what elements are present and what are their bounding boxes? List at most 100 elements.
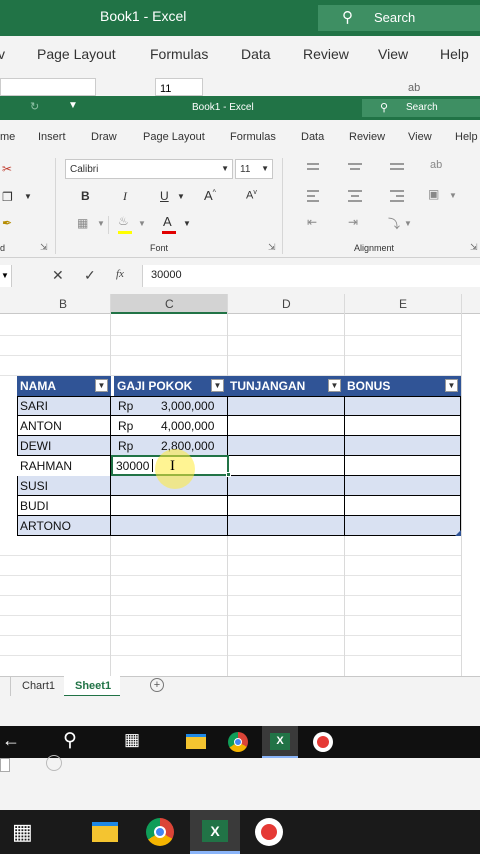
table-cell-amount[interactable]: 4,000,000	[158, 416, 214, 436]
excel-taskbar-button[interactable]: X	[190, 810, 240, 854]
insert-function-icon[interactable]: fx	[116, 268, 124, 280]
column-header-c[interactable]: C	[165, 297, 174, 311]
table-cell-name[interactable]: SARI	[17, 396, 48, 416]
background-search-box[interactable]: ⚲ Search	[318, 5, 480, 31]
font-size-select[interactable]: 11 ▼	[235, 159, 273, 179]
search-icon[interactable]: ⚲	[63, 729, 77, 752]
column-header-d[interactable]: D	[282, 297, 291, 311]
format-painter-icon[interactable]: ✒	[2, 216, 12, 230]
tab-draw[interactable]: Draw	[91, 131, 117, 143]
background-tab-page-layout[interactable]: Page Layout	[37, 46, 116, 62]
font-color-dropdown-icon[interactable]: ▼	[183, 219, 191, 228]
font-name-select[interactable]: Calibri ▼	[65, 159, 233, 179]
filter-dropdown-icon[interactable]: ▼	[328, 379, 341, 392]
background-tab-review[interactable]: Review	[303, 46, 349, 62]
copy-dropdown-icon[interactable]: ▼	[24, 192, 32, 201]
grow-font-glyph: A	[204, 188, 213, 203]
formula-input[interactable]: 30000	[142, 265, 480, 287]
tab-view[interactable]: View	[408, 131, 432, 143]
text-direction-dropdown-icon[interactable]: ▼	[404, 219, 412, 228]
search-box[interactable]: ⚲ Search	[362, 99, 480, 117]
bold-button[interactable]: B	[81, 189, 90, 203]
background-title: Book1 - Excel	[100, 8, 187, 24]
file-explorer-icon[interactable]	[92, 822, 118, 842]
column-header-e[interactable]: E	[399, 297, 407, 311]
table-cell-name[interactable]: RAHMAN	[17, 456, 110, 476]
tab-help[interactable]: Help	[455, 131, 478, 143]
table-cell-name[interactable]: SUSI	[17, 476, 48, 496]
tab-insert[interactable]: Insert	[38, 131, 66, 143]
active-cell-value[interactable]: 30000	[113, 456, 149, 476]
fill-handle[interactable]	[226, 472, 231, 477]
tab-formulas[interactable]: Formulas	[230, 131, 276, 143]
filter-dropdown-icon[interactable]: ▼	[445, 379, 458, 392]
table-cell-currency[interactable]: Rp	[115, 396, 133, 416]
redo-icon[interactable]: ↻	[30, 100, 39, 113]
merge-center-icon[interactable]: ▣	[428, 187, 439, 201]
table-cell-amount[interactable]: 3,000,000	[158, 396, 214, 416]
table-cell-name[interactable]: BUDI	[17, 496, 49, 516]
background-tab-formulas[interactable]: Formulas	[150, 46, 208, 62]
task-view-icon[interactable]: ▦	[12, 819, 33, 845]
sheet-tab-sheet1[interactable]: Sheet1	[75, 680, 111, 692]
font-launcher-icon[interactable]: ⇲	[268, 242, 276, 253]
background-tab-view[interactable]: View	[378, 46, 408, 62]
file-explorer-icon[interactable]	[186, 734, 206, 749]
cut-icon[interactable]: ✂	[2, 162, 12, 176]
table-cell-currency[interactable]: Rp	[115, 436, 133, 456]
cancel-entry-icon[interactable]: ✕	[52, 267, 64, 284]
table-cell-name[interactable]: ANTON	[17, 416, 62, 436]
record-icon[interactable]	[313, 732, 333, 752]
name-box-dropdown-icon[interactable]: ▼	[0, 265, 12, 287]
add-sheet-button[interactable]: +	[150, 678, 164, 692]
excel-taskbar-button[interactable]: X	[262, 726, 298, 758]
tab-home[interactable]: me	[0, 131, 15, 143]
table-cell-name[interactable]: DEWI	[17, 436, 51, 456]
table-header-gaji-pokok[interactable]: GAJI POKOK ▼	[114, 376, 227, 396]
increase-indent-icon[interactable]: ⇥	[348, 215, 358, 229]
table-header-tunjangan[interactable]: TUNJANGAN ▼	[227, 376, 344, 396]
back-arrow-icon[interactable]: ←	[2, 730, 20, 751]
table-resize-handle[interactable]	[455, 530, 461, 536]
confirm-entry-icon[interactable]: ✓	[84, 267, 96, 284]
tab-page-layout[interactable]: Page Layout	[143, 131, 205, 143]
underline-dropdown-icon[interactable]: ▼	[177, 192, 185, 201]
background-tab-help[interactable]: Help	[440, 46, 469, 62]
tab-data[interactable]: Data	[301, 131, 324, 143]
fill-color-dropdown-icon[interactable]: ▼	[138, 219, 146, 228]
italic-button[interactable]: I	[123, 189, 127, 204]
alignment-launcher-icon[interactable]: ⇲	[470, 242, 478, 253]
column-header-b[interactable]: B	[59, 297, 67, 311]
filter-dropdown-icon[interactable]: ▼	[211, 379, 224, 392]
table-header-bonus[interactable]: BONUS ▼	[344, 376, 461, 396]
chevron-down-icon: ▼	[221, 164, 229, 173]
increase-font-size-button[interactable]: A^	[204, 188, 216, 203]
decrease-indent-icon[interactable]: ⇤	[307, 215, 317, 229]
orientation-icon[interactable]: ab	[430, 159, 442, 171]
quick-access-dropdown-icon[interactable]: ▼	[68, 100, 78, 111]
text-direction-icon[interactable]: ⤵	[388, 215, 400, 232]
chrome-icon[interactable]	[146, 818, 174, 846]
underline-button[interactable]: U	[160, 189, 169, 203]
filter-dropdown-icon[interactable]: ▼	[95, 379, 108, 392]
clipboard-launcher-icon[interactable]: ⇲	[40, 242, 48, 253]
merge-dropdown-icon[interactable]: ▼	[449, 191, 457, 200]
sheet-tab-chart1[interactable]: Chart1	[22, 680, 55, 692]
borders-icon[interactable]: ▦	[77, 216, 88, 230]
font-color-button[interactable]: A	[163, 214, 172, 229]
task-view-icon[interactable]: ▦	[124, 730, 140, 750]
tab-review[interactable]: Review	[349, 131, 385, 143]
background-font-box[interactable]	[0, 78, 96, 96]
table-cell-currency[interactable]: Rp	[115, 416, 133, 436]
table-cell-name[interactable]: ARTONO	[17, 516, 71, 536]
record-icon[interactable]	[255, 818, 283, 846]
fill-color-icon[interactable]: ♨	[118, 214, 129, 228]
background-tab-data[interactable]: Data	[241, 46, 271, 62]
background-size-box[interactable]: 11	[155, 78, 203, 96]
table-header-nama[interactable]: NAMA ▼	[17, 376, 111, 396]
background-tab-partial[interactable]: v	[0, 46, 5, 62]
chrome-icon[interactable]	[228, 732, 248, 752]
decrease-font-size-button[interactable]: Av	[246, 189, 257, 202]
copy-icon[interactable]: ❐	[2, 190, 13, 204]
borders-dropdown-icon[interactable]: ▼	[97, 219, 105, 228]
